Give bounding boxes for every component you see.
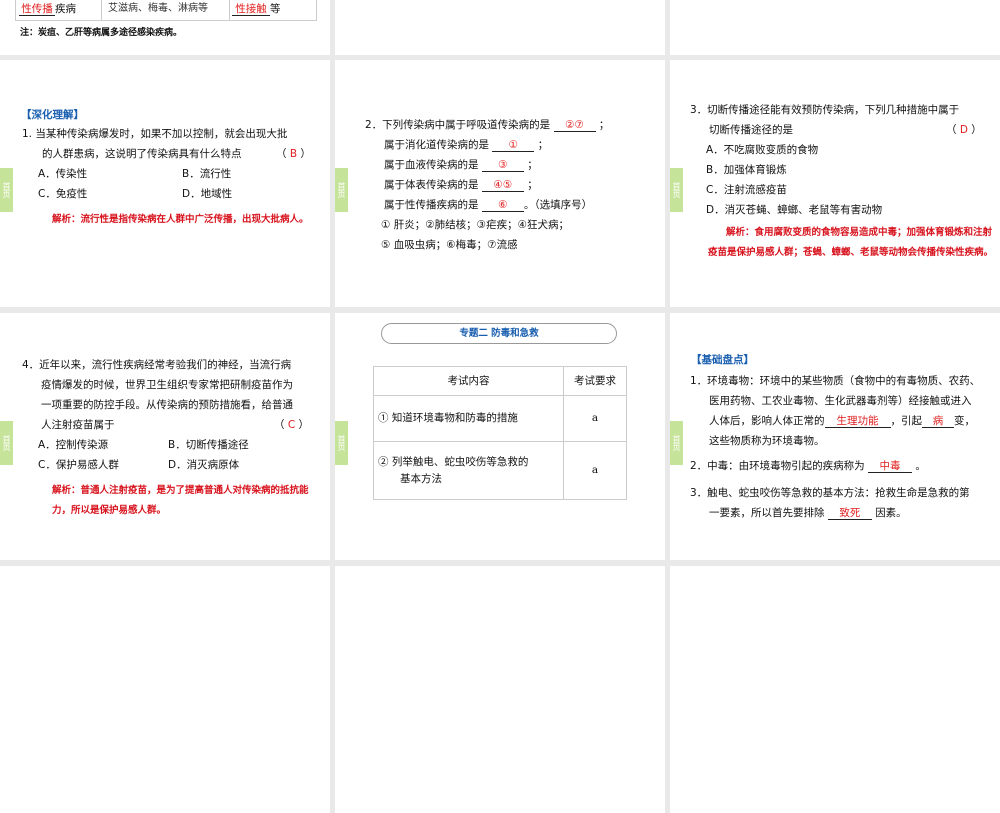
- paragraph: 这些物质称为环境毒物。: [709, 435, 825, 447]
- slide: [670, 0, 1000, 55]
- option-b: B．加强体育锻炼: [706, 164, 787, 176]
- answer-blank: ⑥: [481, 199, 524, 212]
- cell: 等: [270, 3, 281, 15]
- paragraph: 医用药物、工农业毒物、生化武器毒剂等）经接触或进入: [709, 395, 972, 407]
- slide: [335, 566, 665, 813]
- answer-blank: ②⑦: [553, 119, 596, 132]
- slide-question-1: 首页 【深化理解】 1. 当某种传染病爆发时，如果不加以控制，就会出现大批 的人…: [0, 60, 330, 307]
- paragraph: 1．环境毒物：环境中的某些物质（食物中的有毒物质、农药、: [690, 375, 981, 387]
- answer: （ B ）: [276, 148, 311, 160]
- option-a: A．不吃腐败变质的食物: [706, 144, 819, 156]
- answer-blank: 性接触: [232, 3, 270, 16]
- option-b: B．流行性: [182, 168, 232, 180]
- option-c: C．保护易感人群: [38, 459, 119, 471]
- home-button[interactable]: 首页: [335, 421, 348, 465]
- slide-table-end: 性传播 疾病 艾滋病、梅毒、淋病等 性接触等 注：炭疽、乙肝等病属多途径感染疾病。: [0, 0, 330, 55]
- slide: [670, 566, 1000, 813]
- table-header: 考试内容: [373, 366, 564, 396]
- answer-blank: 病: [922, 415, 954, 428]
- question-text: 人注射疫苗属于: [41, 419, 115, 431]
- answer-blank: 性传播: [19, 3, 55, 16]
- slide: [0, 566, 330, 813]
- slide-question-4: 首页 4．近年以来，流行性疾病经常考验我们的神经，当流行病 疫情爆发的时候，世界…: [0, 313, 330, 560]
- question-text: 疫情爆发的时候，世界卫生组织专家常把研制疫苗作为: [41, 379, 293, 391]
- question-text: 3．切断传播途径能有效预防传染病，下列几种措施中属于: [690, 104, 960, 116]
- table-header: 考试要求: [563, 366, 627, 396]
- answer-blank: 中毒: [868, 460, 913, 473]
- home-button[interactable]: 首页: [0, 168, 13, 212]
- home-button[interactable]: 首页: [335, 168, 348, 212]
- route-table: 性传播 疾病 艾滋病、梅毒、淋病等 性接触等: [15, 0, 317, 21]
- answer-blank: 生理功能: [824, 415, 891, 428]
- answer-blank: ①: [492, 139, 535, 152]
- slide-question-2: 首页 2．下列传染病中属于呼吸道传染病的是 ②⑦ ； 属于消化道传染病的是 ① …: [335, 60, 665, 307]
- question-text: 1. 当某种传染病爆发时，如果不加以控制，就会出现大批: [22, 128, 288, 140]
- note: 注：炭疽、乙肝等病属多途径感染疾病。: [20, 28, 183, 38]
- answer-blank: 致死: [827, 507, 872, 520]
- cell: 基本方法: [400, 472, 442, 485]
- option-b: B．切断传播途径: [168, 439, 249, 451]
- cell: a: [563, 395, 627, 442]
- slide-topic-2: 首页 专题二 防毒和急救 考试内容 考试要求 ① 知道环境毒物和防毒的措施 a ② …: [335, 313, 665, 560]
- analysis: 解析：普通人注射疫苗，是为了提高普通人对传染病的抵抗能力，所以是保护易感人群。: [52, 485, 309, 516]
- option-c: C．注射流感疫苗: [706, 184, 787, 196]
- topic-title: 专题二 防毒和急救: [381, 323, 617, 344]
- section-heading: 【深化理解】: [21, 109, 84, 121]
- exam-table: 考试内容 考试要求 ① 知道环境毒物和防毒的措施 a ② 列举触电、蛇虫咬伤等急救的…: [373, 366, 627, 500]
- cell: ② 列举触电、蛇虫咬伤等急救的: [378, 455, 529, 468]
- options: ① 肝炎；②肺结核；③疟疾；④狂犬病；: [381, 219, 569, 231]
- cell: ① 知道环境毒物和防毒的措施: [373, 395, 564, 442]
- slide-question-3: 首页 3．切断传播途径能有效预防传染病，下列几种措施中属于 切断传播途径的是 （…: [670, 60, 1000, 307]
- option-d: D．消灭病原体: [168, 459, 240, 471]
- question-text: 切断传播途径的是: [709, 124, 793, 136]
- paragraph: 3．触电、蛇虫咬伤等急救的基本方法：抢救生命是急救的第: [690, 487, 970, 499]
- home-button[interactable]: 首页: [670, 421, 683, 465]
- question-text: 的人群患病，这说明了传染病具有什么特点: [42, 148, 242, 160]
- slide-basics: 首页 【基础盘点】 1．环境毒物：环境中的某些物质（食物中的有毒物质、农药、 医…: [670, 313, 1000, 560]
- answer-blank: ④⑤: [481, 179, 524, 192]
- answer-blank: ③: [481, 159, 524, 172]
- answer: （ C ）: [274, 419, 310, 431]
- option-d: D．地域性: [182, 188, 233, 200]
- question-text: 一项重要的防控手段。从传染病的预防措施看，给普通: [41, 399, 293, 411]
- cell: 疾病: [55, 3, 76, 15]
- home-button[interactable]: 首页: [0, 421, 13, 465]
- slide: [335, 0, 665, 55]
- table-row: ② 列举触电、蛇虫咬伤等急救的基本方法 a: [373, 441, 627, 500]
- option-a: A．控制传染源: [38, 439, 109, 451]
- table-row: ① 知道环境毒物和防毒的措施 a: [373, 395, 627, 442]
- analysis: 解析：食用腐败变质的食物容易造成中毒；加强体育锻炼和注射疫苗是保护易感人群；苍蝇…: [708, 227, 994, 258]
- section-heading: 【基础盘点】: [691, 354, 754, 366]
- option-d: D．消灭苍蝇、蟑螂、老鼠等有害动物: [706, 204, 883, 216]
- option-c: C．免疫性: [38, 188, 88, 200]
- answer: （ D ）: [946, 124, 982, 136]
- cell: 艾滋病、梅毒、淋病等: [108, 3, 208, 14]
- options: ⑤ 血吸虫病；⑥梅毒；⑦流感: [381, 239, 518, 251]
- analysis: 解析：流行性是指传染病在人群中广泛传播，出现大批病人。: [52, 214, 309, 225]
- option-a: A．传染性: [38, 168, 88, 180]
- home-button[interactable]: 首页: [670, 168, 683, 212]
- question-text: 4．近年以来，流行性疾病经常考验我们的神经，当流行病: [22, 359, 292, 371]
- cell: a: [563, 441, 627, 500]
